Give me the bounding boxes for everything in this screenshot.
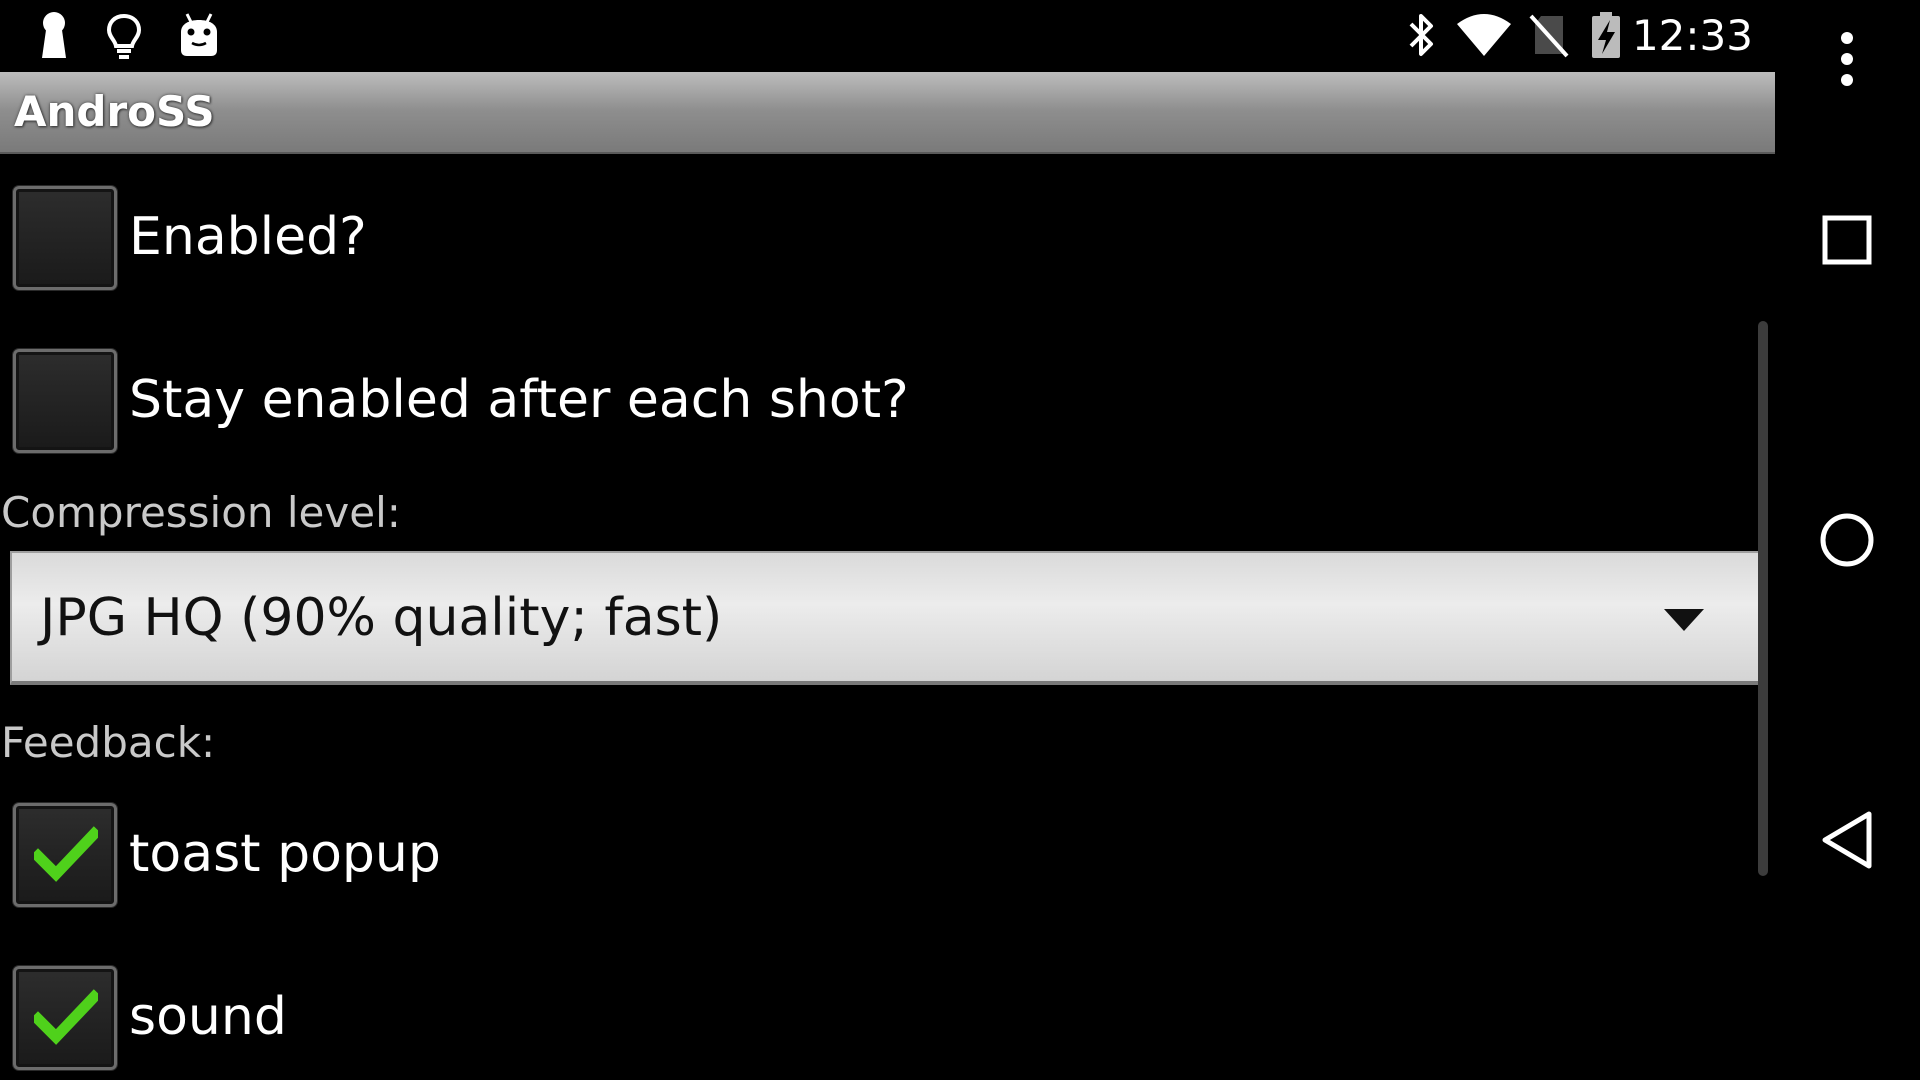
recents-icon	[1822, 215, 1872, 265]
sound-row[interactable]: sound	[0, 966, 1740, 1076]
stay-enabled-label: Stay enabled after each shot?	[129, 370, 909, 430]
dropdown-arrow-icon	[1664, 609, 1704, 631]
sound-label: sound	[129, 987, 287, 1047]
scrollbar[interactable]	[1758, 321, 1768, 876]
no-sim-icon	[1525, 10, 1573, 60]
compression-label: Compression level:	[1, 488, 401, 537]
navigation-bar	[1775, 0, 1920, 1080]
feedback-label: Feedback:	[1, 718, 216, 767]
toast-popup-row[interactable]: toast popup	[0, 803, 1740, 913]
back-button[interactable]	[1797, 790, 1897, 890]
back-icon	[1822, 811, 1872, 869]
battery-charging-icon	[1588, 10, 1624, 60]
settings-content: Enabled? Stay enabled after each shot? C…	[0, 156, 1775, 1080]
toast-popup-checkbox[interactable]	[13, 803, 117, 907]
stay-enabled-row[interactable]: Stay enabled after each shot?	[0, 349, 1740, 459]
status-bar: 12:33	[0, 0, 1775, 72]
stay-enabled-checkbox[interactable]	[13, 349, 117, 453]
wifi-icon	[1455, 10, 1513, 60]
overflow-menu-button[interactable]	[1797, 10, 1897, 110]
home-icon	[1820, 513, 1874, 567]
sound-checkbox[interactable]	[13, 966, 117, 1070]
enabled-label: Enabled?	[129, 207, 367, 267]
home-button[interactable]	[1797, 490, 1897, 590]
lightbulb-icon	[100, 10, 148, 60]
recents-button[interactable]	[1797, 190, 1897, 290]
title-bar: AndroSS	[0, 72, 1775, 154]
status-time: 12:33	[1631, 11, 1753, 60]
enabled-checkbox[interactable]	[13, 186, 117, 290]
keyhole-icon	[30, 10, 78, 60]
checkmark-icon	[34, 989, 98, 1045]
bluetooth-icon	[1397, 10, 1445, 60]
enabled-row[interactable]: Enabled?	[0, 186, 1740, 296]
android-icon	[175, 10, 223, 60]
overflow-menu-icon	[1841, 32, 1853, 86]
android-screen: 12:33 AndroSS Enabled? Stay enabled afte…	[0, 0, 1920, 1080]
app-title: AndroSS	[14, 87, 215, 136]
compression-selected-value: JPG HQ (90% quality; fast)	[40, 588, 723, 648]
checkmark-icon	[34, 826, 98, 882]
compression-spinner[interactable]: JPG HQ (90% quality; fast)	[10, 551, 1762, 685]
toast-popup-label: toast popup	[129, 824, 441, 884]
